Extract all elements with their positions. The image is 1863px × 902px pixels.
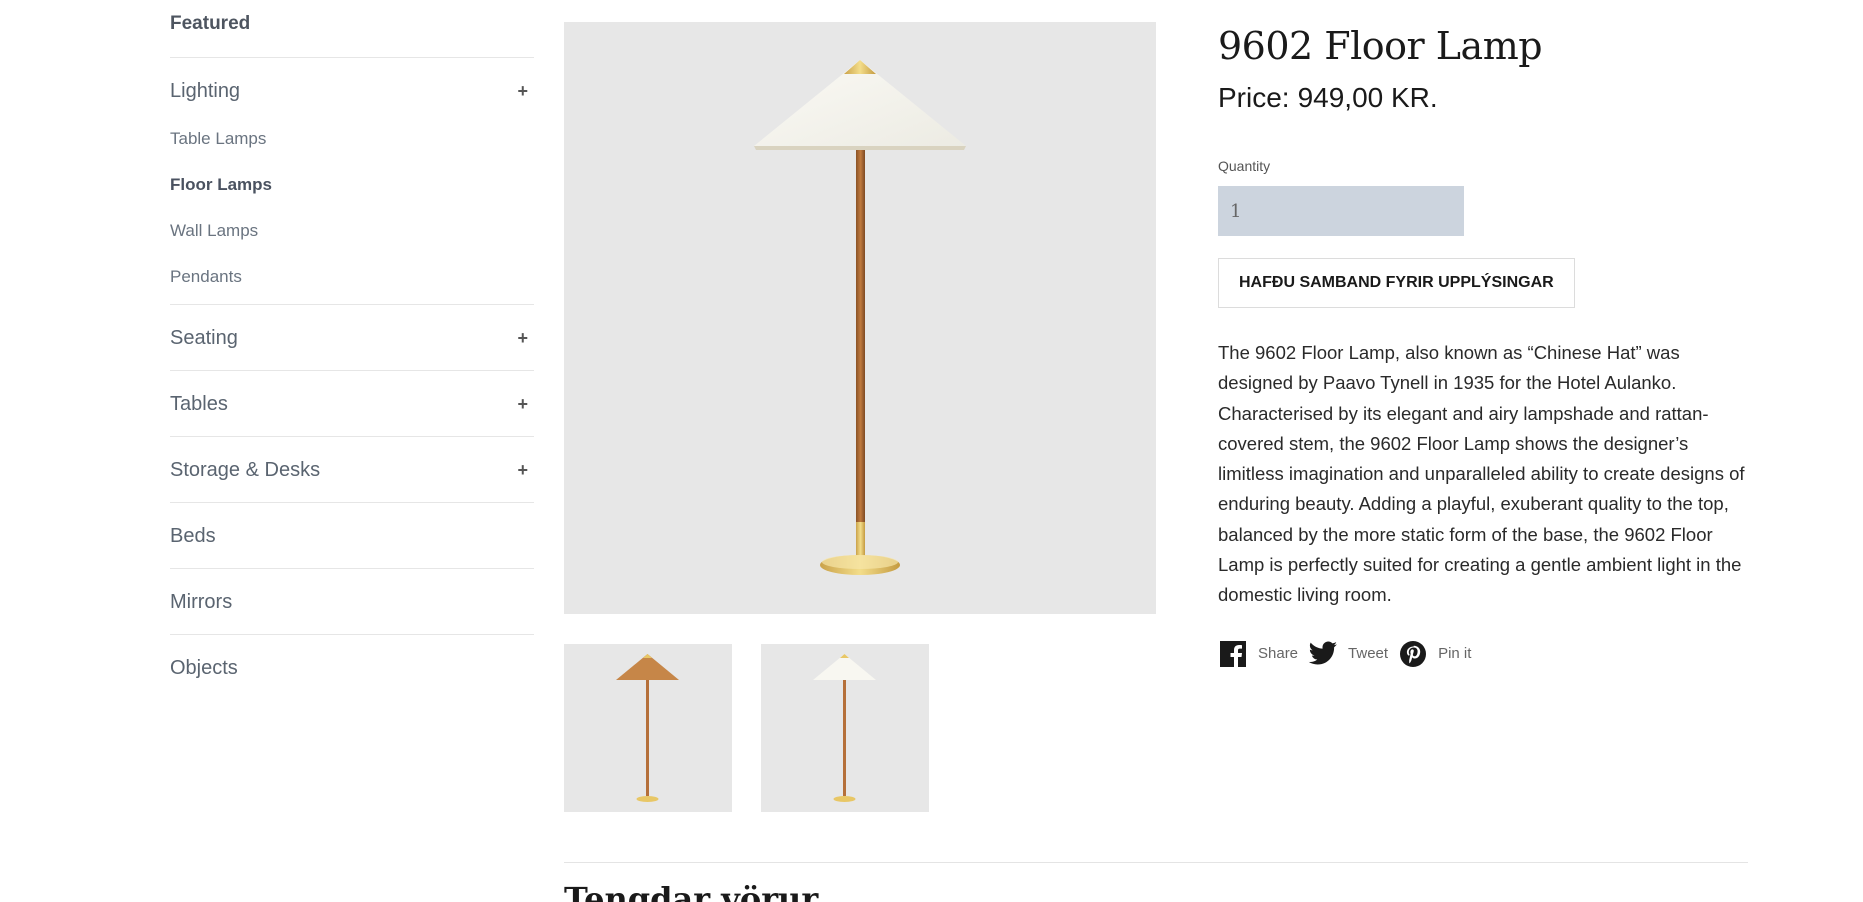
product-thumbnail-white[interactable] — [761, 644, 929, 812]
sidebar-item-tables[interactable]: Tables + — [170, 371, 534, 437]
expand-icon[interactable]: + — [517, 371, 528, 437]
pinterest-icon — [1398, 639, 1428, 669]
quantity-input[interactable] — [1218, 186, 1464, 236]
sidebar-item-mirrors[interactable]: Mirrors — [170, 569, 534, 635]
product-info: 9602 Floor Lamp Price: 949,00 KR. Quanti… — [1218, 18, 1748, 669]
pin-label: Pin it — [1438, 645, 1472, 663]
share-label: Share — [1258, 645, 1299, 663]
share-pinterest-link[interactable]: Pin it — [1398, 639, 1471, 669]
floor-lamp-white-illustration — [813, 654, 876, 802]
sidebar-item-label: Seating — [170, 327, 238, 349]
contact-button[interactable]: HAFÐU SAMBAND FYRIR UPPLÝSINGAR — [1218, 258, 1575, 308]
expand-icon[interactable]: + — [517, 437, 528, 503]
price-label: Price: — [1218, 82, 1290, 113]
sidebar-item-label: Mirrors — [170, 591, 233, 613]
sidebar-item-label: Storage & Desks — [170, 459, 321, 481]
sidebar: Featured Lighting + Table Lamps Floor La… — [170, 0, 534, 701]
product-thumbnail-rattan[interactable] — [564, 644, 732, 812]
sidebar-item-objects[interactable]: Objects — [170, 635, 534, 701]
sidebar-item-label: Beds — [170, 525, 216, 547]
sidebar-item-lighting[interactable]: Lighting + — [170, 58, 534, 116]
sidebar-item-storage-desks[interactable]: Storage & Desks + — [170, 437, 534, 503]
tweet-label: Tweet — [1348, 645, 1389, 663]
sidebar-item-featured[interactable]: Featured — [170, 0, 534, 58]
price-value: 949,00 KR. — [1297, 82, 1438, 113]
quantity-label: Quantity — [1218, 158, 1271, 174]
sidebar-subitem-wall-lamps[interactable]: Wall Lamps — [170, 208, 534, 254]
sidebar-item-label: Lighting — [170, 80, 241, 102]
section-divider — [564, 862, 1748, 863]
sidebar-subitem-floor-lamps[interactable]: Floor Lamps — [170, 162, 534, 208]
product-main-image[interactable] — [564, 22, 1156, 614]
sidebar-subitem-pendants[interactable]: Pendants — [170, 254, 534, 300]
share-twitter-link[interactable]: Tweet — [1308, 639, 1388, 669]
sidebar-item-label: Tables — [170, 393, 228, 415]
floor-lamp-rattan-illustration — [616, 654, 679, 802]
sidebar-item-beds[interactable]: Beds — [170, 503, 534, 569]
sidebar-item-seating[interactable]: Seating + — [170, 305, 534, 371]
sidebar-item-label: Objects — [170, 657, 238, 679]
product-price: Price: 949,00 KR. — [1218, 82, 1748, 114]
product-title: 9602 Floor Lamp — [1218, 24, 1543, 68]
lighting-submenu: Table Lamps Floor Lamps Wall Lamps Penda… — [170, 116, 534, 305]
facebook-icon — [1218, 639, 1248, 669]
expand-icon[interactable]: + — [517, 58, 528, 124]
expand-icon[interactable]: + — [517, 305, 528, 371]
floor-lamp-white-illustration — [754, 60, 966, 575]
sidebar-subitem-table-lamps[interactable]: Table Lamps — [170, 116, 534, 162]
related-products-title: Tengdar vörur — [564, 880, 819, 902]
share-facebook-link[interactable]: Share — [1218, 639, 1298, 669]
product-description: The 9602 Floor Lamp, also known as “Chin… — [1218, 342, 1745, 606]
social-share: Share Tweet Pin it — [1218, 639, 1748, 669]
twitter-icon — [1308, 639, 1338, 669]
